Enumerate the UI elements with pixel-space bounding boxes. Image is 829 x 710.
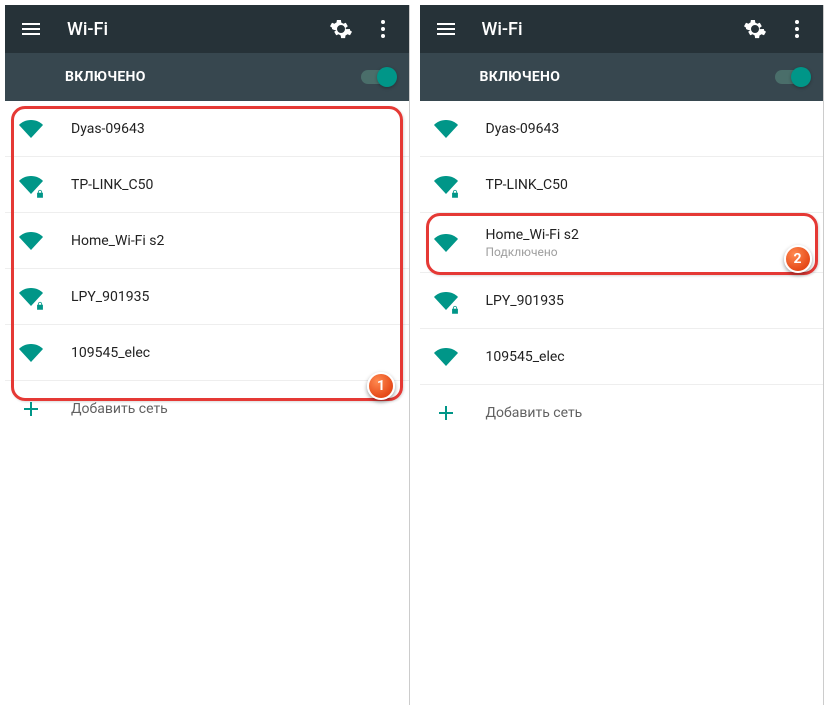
more-icon[interactable] [785, 17, 809, 41]
wifi-signal-icon [434, 117, 458, 141]
wifi-signal-icon [19, 117, 43, 141]
toggle-label: ВКЛЮЧЕНО [65, 69, 146, 85]
network-row-connected[interactable]: Home_Wi-Fi s2 Подключено [420, 213, 824, 273]
appbar: Wi-Fi [420, 5, 824, 53]
wifi-switch[interactable] [775, 70, 809, 84]
network-list: Dyas-09643 TP-LINK_C50 Home_Wi-Fi s2 Под… [420, 101, 824, 441]
appbar: Wi-Fi [5, 5, 409, 53]
network-list: Dyas-09643 TP-LINK_C50 Home_Wi-Fi s2 LPY… [5, 101, 409, 437]
network-name: TP-LINK_C50 [71, 177, 153, 193]
network-name: Home_Wi-Fi s2 [71, 233, 164, 249]
network-name: Dyas-09643 [71, 121, 145, 137]
add-network-row[interactable]: Добавить сеть [5, 381, 409, 437]
gear-icon[interactable] [743, 17, 767, 41]
network-row[interactable]: Home_Wi-Fi s2 [5, 213, 409, 269]
network-name: Dyas-09643 [486, 121, 560, 137]
wifi-signal-icon [434, 173, 458, 197]
appbar-title: Wi-Fi [482, 19, 744, 40]
wifi-switch[interactable] [361, 70, 395, 84]
network-row[interactable]: 109545_elec [420, 329, 824, 385]
toggle-label: ВКЛЮЧЕНО [480, 69, 561, 85]
wifi-signal-icon [19, 341, 43, 365]
network-row[interactable]: TP-LINK_C50 [420, 157, 824, 213]
wifi-signal-icon [19, 229, 43, 253]
network-status: Подключено [486, 245, 579, 259]
plus-icon [434, 401, 458, 425]
network-name: LPY_901935 [71, 289, 149, 305]
phone-left: Wi-Fi ВКЛЮЧЕНО Dyas-09643 TP-LINK_C50 [5, 5, 410, 705]
wifi-signal-icon [19, 173, 43, 197]
network-row[interactable]: 109545_elec [5, 325, 409, 381]
wifi-toggle-bar[interactable]: ВКЛЮЧЕНО [420, 53, 824, 101]
wifi-toggle-bar[interactable]: ВКЛЮЧЕНО [5, 53, 409, 101]
plus-icon [19, 397, 43, 421]
annotation-badge-1: 1 [367, 372, 395, 400]
lock-icon [450, 189, 460, 199]
wifi-signal-icon [434, 345, 458, 369]
network-name: 109545_elec [486, 349, 565, 365]
add-network-label: Добавить сеть [486, 405, 583, 421]
more-icon[interactable] [371, 17, 395, 41]
hamburger-icon[interactable] [434, 17, 458, 41]
lock-icon [35, 301, 45, 311]
appbar-title: Wi-Fi [67, 19, 329, 40]
network-name: TP-LINK_C50 [486, 177, 568, 193]
hamburger-icon[interactable] [19, 17, 43, 41]
lock-icon [450, 305, 460, 315]
add-network-row[interactable]: Добавить сеть [420, 385, 824, 441]
wifi-signal-icon [434, 231, 458, 255]
network-name: LPY_901935 [486, 293, 564, 309]
wifi-signal-icon [19, 285, 43, 309]
wifi-signal-icon [434, 289, 458, 313]
network-row[interactable]: LPY_901935 [5, 269, 409, 325]
network-row[interactable]: Dyas-09643 [5, 101, 409, 157]
gear-icon[interactable] [329, 17, 353, 41]
network-name: 109545_elec [71, 345, 150, 361]
network-row[interactable]: LPY_901935 [420, 273, 824, 329]
network-name: Home_Wi-Fi s2 [486, 227, 579, 243]
network-row[interactable]: Dyas-09643 [420, 101, 824, 157]
phone-right: Wi-Fi ВКЛЮЧЕНО Dyas-09643 TP-LINK_C50 [420, 5, 825, 705]
network-row[interactable]: TP-LINK_C50 [5, 157, 409, 213]
add-network-label: Добавить сеть [71, 401, 168, 417]
annotation-badge-2: 2 [784, 245, 812, 273]
lock-icon [35, 189, 45, 199]
